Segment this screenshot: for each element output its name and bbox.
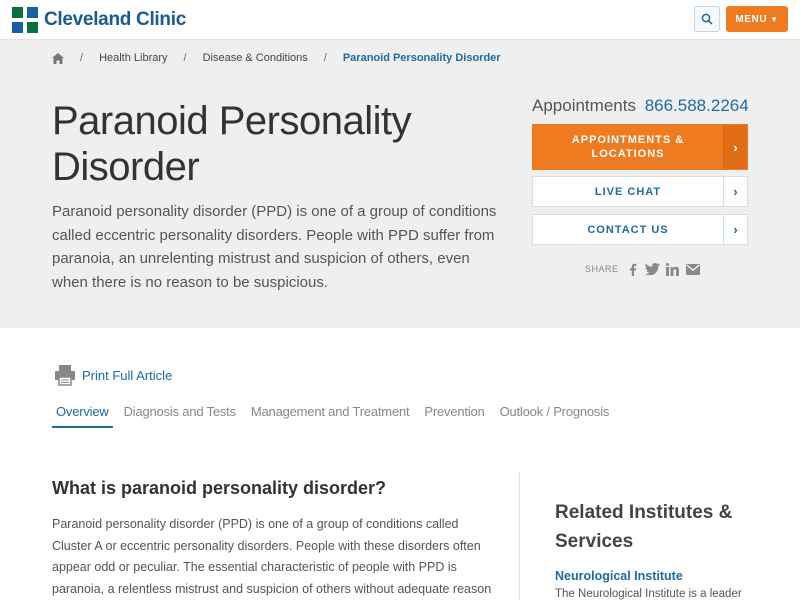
section-body: Paranoid personality disorder (PPD) is o… xyxy=(52,517,492,596)
breadcrumb-disease-conditions[interactable]: Disease & Conditions xyxy=(203,52,308,64)
page-title: Paranoid Personality Disorder xyxy=(52,99,412,189)
chevron-down-icon: ▼ xyxy=(770,14,779,24)
search-button[interactable] xyxy=(694,6,720,32)
breadcrumb-separator: / xyxy=(183,52,187,64)
intro-paragraph: Paranoid personality disorder (PPD) is o… xyxy=(52,203,497,291)
related-description: The Neurological Institute is a leader xyxy=(555,588,742,600)
tab-overview[interactable]: Overview xyxy=(52,400,113,428)
top-header: Cleveland Clinic MENU ▼ xyxy=(0,0,800,40)
share-bar: SHARE xyxy=(585,262,705,276)
home-icon[interactable] xyxy=(52,52,64,64)
print-article-label: Print Full Article xyxy=(82,367,173,383)
appointments-locations-button[interactable]: APPOINTMENTS & LOCATIONS › xyxy=(532,124,748,170)
tab-diagnosis-and-tests[interactable]: Diagnosis and Tests xyxy=(120,400,240,428)
search-icon xyxy=(701,13,713,25)
breadcrumb-separator: / xyxy=(80,52,84,64)
breadcrumb-current[interactable]: Paranoid Personality Disorder xyxy=(343,52,501,64)
logo-mark-icon xyxy=(12,7,38,33)
live-chat-label: LIVE CHAT xyxy=(594,185,662,198)
section-heading: What is paranoid personality disorder? xyxy=(52,478,387,498)
menu-label: MENU xyxy=(735,13,768,25)
twitter-icon[interactable] xyxy=(645,262,661,276)
appointments-locations-label: APPOINTMENTS & LOCATIONS xyxy=(571,134,685,160)
appointments-label: Appointments xyxy=(532,96,636,115)
printer-icon xyxy=(55,365,75,386)
appointments-line: Appointments 866.588.2264 xyxy=(532,96,749,116)
share-label: SHARE xyxy=(585,264,619,274)
breadcrumb-separator: / xyxy=(323,52,327,64)
column-divider xyxy=(519,472,520,600)
logo-text: Cleveland Clinic xyxy=(44,9,186,30)
article-tabs: Overview Diagnosis and Tests Management … xyxy=(52,400,620,428)
live-chat-button[interactable]: LIVE CHAT › xyxy=(532,176,748,207)
breadcrumb: / Health Library / Disease & Conditions … xyxy=(52,52,501,64)
phone-number-link[interactable]: 866.588.2264 xyxy=(645,96,749,115)
related-heading: Related Institutes & Services xyxy=(555,502,733,552)
menu-button[interactable]: MENU ▼ xyxy=(726,6,788,32)
tab-outlook-prognosis[interactable]: Outlook / Prognosis xyxy=(496,400,614,428)
tab-prevention[interactable]: Prevention xyxy=(420,400,488,428)
chevron-right-icon: › xyxy=(723,215,747,244)
cleveland-clinic-logo[interactable]: Cleveland Clinic xyxy=(12,6,186,34)
breadcrumb-health-library[interactable]: Health Library xyxy=(99,52,167,64)
contact-us-button[interactable]: CONTACT US › xyxy=(532,214,748,245)
contact-us-label: CONTACT US xyxy=(587,223,669,236)
tab-management-and-treatment[interactable]: Management and Treatment xyxy=(247,400,414,428)
email-icon[interactable] xyxy=(685,262,701,276)
linkedin-icon[interactable] xyxy=(665,262,681,276)
print-article-button[interactable]: Print Full Article xyxy=(54,364,172,386)
chevron-right-icon: › xyxy=(723,125,747,169)
chevron-right-icon: › xyxy=(723,177,747,206)
related-link-neurological-institute[interactable]: Neurological Institute xyxy=(555,569,683,583)
facebook-icon[interactable] xyxy=(625,262,641,276)
